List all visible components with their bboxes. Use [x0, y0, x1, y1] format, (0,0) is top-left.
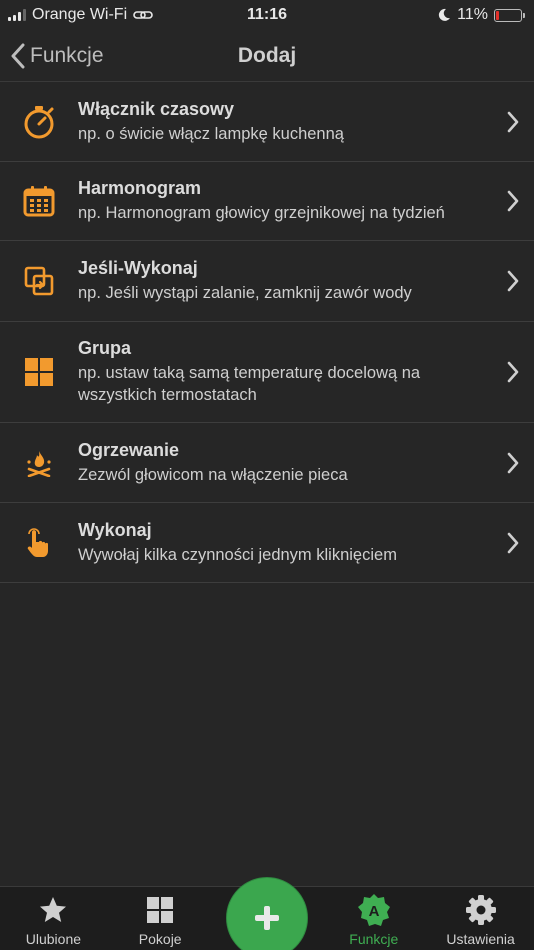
list-item-execute[interactable]: Wykonaj Wywołaj kilka czynności jednym k…: [0, 503, 534, 583]
item-title: Wykonaj: [78, 519, 152, 540]
item-title: Grupa: [78, 338, 132, 358]
list-item-schedule[interactable]: Harmonogram np. Harmonogram głowicy grze…: [0, 162, 534, 241]
back-label: Funkcje: [30, 44, 104, 67]
chevron-right-icon: [507, 111, 519, 132]
star-icon: [40, 897, 67, 922]
chevron-right-icon: [507, 361, 519, 383]
tab-functions[interactable]: A Funkcje: [320, 887, 427, 950]
tab-rooms[interactable]: Pokoje: [107, 887, 214, 950]
item-title: Harmonogram: [78, 178, 202, 198]
status-right: 11%: [437, 6, 525, 24]
list-item-heating[interactable]: Ogrzewanie Zezwól głowicom na włączenie …: [0, 423, 534, 503]
tab-favorites[interactable]: Ulubione: [0, 887, 107, 950]
functions-icon: A: [357, 894, 390, 926]
if-then-icon: [24, 266, 54, 296]
back-button[interactable]: Funkcje: [10, 30, 104, 82]
chevron-left-icon: [11, 43, 25, 69]
tab-label: Ulubione: [25, 931, 82, 947]
status-bar: Orange Wi-Fi 11:16 11%: [0, 0, 534, 30]
navigation-bar: Funkcje Dodaj: [0, 30, 534, 82]
stopwatch-icon: [24, 105, 54, 138]
item-subtitle: np. ustaw taką samą temperaturę docelową…: [78, 364, 421, 404]
carrier-label: Orange Wi-Fi: [32, 6, 128, 23]
item-title: Jeśli-Wykonaj: [78, 258, 198, 278]
item-subtitle: Zezwól głowicom na włączenie pieca: [78, 465, 348, 484]
tab-label: Pokoje: [138, 931, 182, 947]
tab-label: Ustawienia: [446, 931, 515, 947]
link-icon: [133, 11, 153, 19]
tab-label: Funkcje: [349, 931, 399, 947]
status-left: Orange Wi-Fi: [8, 6, 153, 24]
function-list: Włącznik czasowy np. o świcie włącz lamp…: [0, 82, 534, 583]
add-button[interactable]: [227, 878, 307, 950]
item-subtitle: np. Harmonogram głowicy grzejnikowej na …: [78, 204, 445, 222]
chevron-right-icon: [507, 190, 519, 212]
item-subtitle: np. o świcie włącz lampkę kuchenną: [78, 124, 344, 143]
rooms-icon: [147, 897, 174, 923]
group-icon: [25, 358, 53, 386]
gear-icon: [465, 895, 496, 925]
calendar-icon: [23, 186, 55, 217]
signal-icon: [8, 9, 26, 21]
battery-percent: 11%: [457, 6, 488, 23]
moon-icon: [439, 8, 451, 21]
chevron-right-icon: [507, 532, 519, 553]
chevron-right-icon: [507, 270, 519, 292]
battery-icon: [494, 8, 525, 22]
chevron-right-icon: [507, 452, 519, 473]
svg-text:A: A: [368, 903, 379, 920]
item-title: Włącznik czasowy: [78, 98, 235, 119]
list-item-group[interactable]: Grupa np. ustaw taką samą temperaturę do…: [0, 322, 534, 423]
item-subtitle: np. Jeśli wystąpi zalanie, zamknij zawór…: [78, 284, 412, 302]
plus-icon: [255, 906, 279, 930]
tab-settings[interactable]: Ustawienia: [427, 887, 534, 950]
flame-icon: [27, 450, 51, 477]
item-subtitle: Wywołaj kilka czynności jednym kliknięci…: [78, 545, 397, 564]
tap-icon: [27, 527, 48, 557]
item-title: Ogrzewanie: [78, 439, 180, 460]
list-item-if-then[interactable]: Jeśli-Wykonaj np. Jeśli wystąpi zalanie,…: [0, 241, 534, 322]
list-item-timer[interactable]: Włącznik czasowy np. o świcie włącz lamp…: [0, 82, 534, 162]
